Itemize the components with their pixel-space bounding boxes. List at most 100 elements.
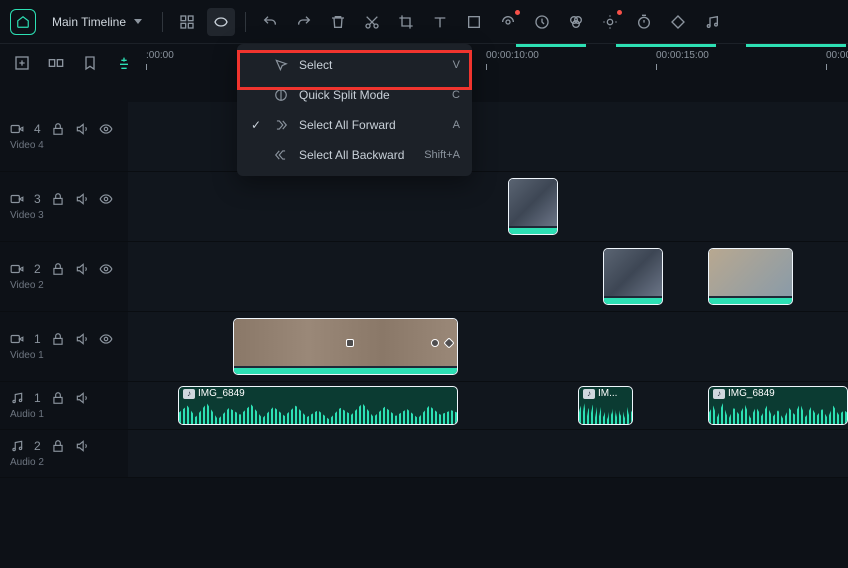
track-number: 2 bbox=[34, 439, 41, 453]
chevron-down-icon bbox=[134, 19, 142, 24]
backward-icon bbox=[273, 148, 289, 162]
track-audio-2: 2 Audio 2 bbox=[0, 430, 848, 478]
ruler-tick: 00:00:15:00 bbox=[656, 50, 709, 61]
video-icon bbox=[10, 192, 24, 206]
adjust-button[interactable] bbox=[596, 8, 624, 36]
ruler-tick: 00:00:10:00 bbox=[486, 50, 539, 61]
video-icon bbox=[10, 122, 24, 136]
track-number: 1 bbox=[34, 332, 41, 346]
grid-icon[interactable] bbox=[173, 8, 201, 36]
select-mode-dropdown: Select V Quick Split Mode C ✓ Select All… bbox=[237, 44, 472, 176]
track-label: Video 1 bbox=[10, 350, 118, 361]
dropdown-shortcut: Shift+A bbox=[424, 149, 460, 161]
divider bbox=[162, 12, 163, 32]
text-button[interactable] bbox=[426, 8, 454, 36]
mute-icon[interactable] bbox=[75, 192, 89, 206]
marker-button[interactable] bbox=[78, 51, 102, 75]
speed-button[interactable] bbox=[528, 8, 556, 36]
audio-icon bbox=[10, 391, 24, 405]
redo-button[interactable] bbox=[290, 8, 318, 36]
clip-title: IM... bbox=[598, 388, 617, 399]
clip-title: IMG_6849 bbox=[728, 388, 775, 399]
video-clip[interactable]: Test... bbox=[603, 248, 663, 305]
track-label: Audio 2 bbox=[10, 457, 118, 468]
eye-icon[interactable] bbox=[99, 192, 113, 206]
mute-icon[interactable] bbox=[75, 332, 89, 346]
track-lane[interactable]: Tes... bbox=[128, 172, 848, 241]
dropdown-item-quick-split[interactable]: Quick Split Mode C bbox=[237, 80, 472, 110]
audio-icon bbox=[10, 439, 24, 453]
keyframe-button[interactable] bbox=[664, 8, 692, 36]
audio-button[interactable] bbox=[698, 8, 726, 36]
timeline-dropdown[interactable]: Main Timeline bbox=[42, 11, 152, 33]
track-number: 3 bbox=[34, 192, 41, 206]
audio-clip[interactable]: ♪IM... bbox=[578, 386, 633, 425]
lock-icon[interactable] bbox=[51, 332, 65, 346]
track-label: Video 2 bbox=[10, 280, 118, 291]
video-clip[interactable]: Test Video bbox=[233, 318, 458, 375]
mute-icon[interactable] bbox=[75, 391, 89, 405]
eye-icon[interactable] bbox=[99, 262, 113, 276]
undo-button[interactable] bbox=[256, 8, 284, 36]
scrub-zone bbox=[616, 44, 716, 47]
lock-icon[interactable] bbox=[51, 262, 65, 276]
track-number: 1 bbox=[34, 391, 41, 405]
scrub-zone bbox=[746, 44, 846, 47]
dropdown-item-select[interactable]: Select V bbox=[237, 50, 472, 80]
forward-icon bbox=[273, 118, 289, 132]
track-video-2: 2 Video 2 Test... Test Video bbox=[0, 242, 848, 312]
eye-icon[interactable] bbox=[99, 122, 113, 136]
lock-icon[interactable] bbox=[51, 439, 65, 453]
select-tool-button[interactable] bbox=[207, 8, 235, 36]
link-button[interactable] bbox=[44, 51, 68, 75]
track-video-1: 1 Video 1 Test Video bbox=[0, 312, 848, 382]
cut-button[interactable] bbox=[358, 8, 386, 36]
dropdown-shortcut: V bbox=[453, 59, 460, 71]
audio-clip[interactable]: ♪IMG_6849 bbox=[708, 386, 848, 425]
mute-icon[interactable] bbox=[75, 439, 89, 453]
track-label: Video 4 bbox=[10, 140, 118, 151]
magnet-button[interactable] bbox=[112, 51, 136, 75]
lock-icon[interactable] bbox=[51, 122, 65, 136]
crop-button[interactable] bbox=[392, 8, 420, 36]
clip-title: IMG_6849 bbox=[198, 388, 245, 399]
add-track-button[interactable] bbox=[10, 51, 34, 75]
split-icon bbox=[273, 88, 289, 102]
top-toolbar: Main Timeline bbox=[0, 0, 848, 44]
track-header: 1 Video 1 bbox=[0, 312, 128, 381]
video-clip[interactable]: Test Video bbox=[708, 248, 793, 305]
dropdown-item-select-forward[interactable]: ✓ Select All Forward A bbox=[237, 110, 472, 140]
video-clip[interactable]: Tes... bbox=[508, 178, 558, 235]
track-lane[interactable]: Test Video bbox=[128, 312, 848, 381]
track-header: 3 Video 3 bbox=[0, 172, 128, 241]
delete-button[interactable] bbox=[324, 8, 352, 36]
lock-icon[interactable] bbox=[51, 192, 65, 206]
track-lane[interactable] bbox=[128, 102, 848, 171]
mute-icon[interactable] bbox=[75, 262, 89, 276]
frame-button[interactable] bbox=[460, 8, 488, 36]
timer-button[interactable] bbox=[630, 8, 658, 36]
track-header: 2 Video 2 bbox=[0, 242, 128, 311]
track-lane[interactable]: ♪IMG_6849 ♪IM... ♪IMG_6849 bbox=[128, 382, 848, 429]
track-video-3: 3 Video 3 Tes... bbox=[0, 172, 848, 242]
home-button[interactable] bbox=[10, 9, 36, 35]
cursor-icon bbox=[273, 58, 289, 72]
divider bbox=[245, 12, 246, 32]
track-audio-1: 1 Audio 1 ♪IMG_6849 ♪IM... ♪IMG_6849 bbox=[0, 382, 848, 430]
eye-icon[interactable] bbox=[99, 332, 113, 346]
track-lane[interactable]: Test... Test Video bbox=[128, 242, 848, 311]
check-icon: ✓ bbox=[249, 118, 263, 132]
scrub-zone bbox=[516, 44, 586, 47]
dropdown-shortcut: A bbox=[453, 119, 460, 131]
track-header: 2 Audio 2 bbox=[0, 430, 128, 477]
track-lane[interactable] bbox=[128, 430, 848, 477]
effects-button[interactable] bbox=[494, 8, 522, 36]
dropdown-label: Select All Backward bbox=[299, 148, 414, 162]
ruler-tick: 00:00:20:00 bbox=[826, 50, 848, 61]
mute-icon[interactable] bbox=[75, 122, 89, 136]
lock-icon[interactable] bbox=[51, 391, 65, 405]
color-button[interactable] bbox=[562, 8, 590, 36]
video-icon bbox=[10, 262, 24, 276]
audio-clip[interactable]: ♪IMG_6849 bbox=[178, 386, 458, 425]
dropdown-item-select-backward[interactable]: Select All Backward Shift+A bbox=[237, 140, 472, 170]
